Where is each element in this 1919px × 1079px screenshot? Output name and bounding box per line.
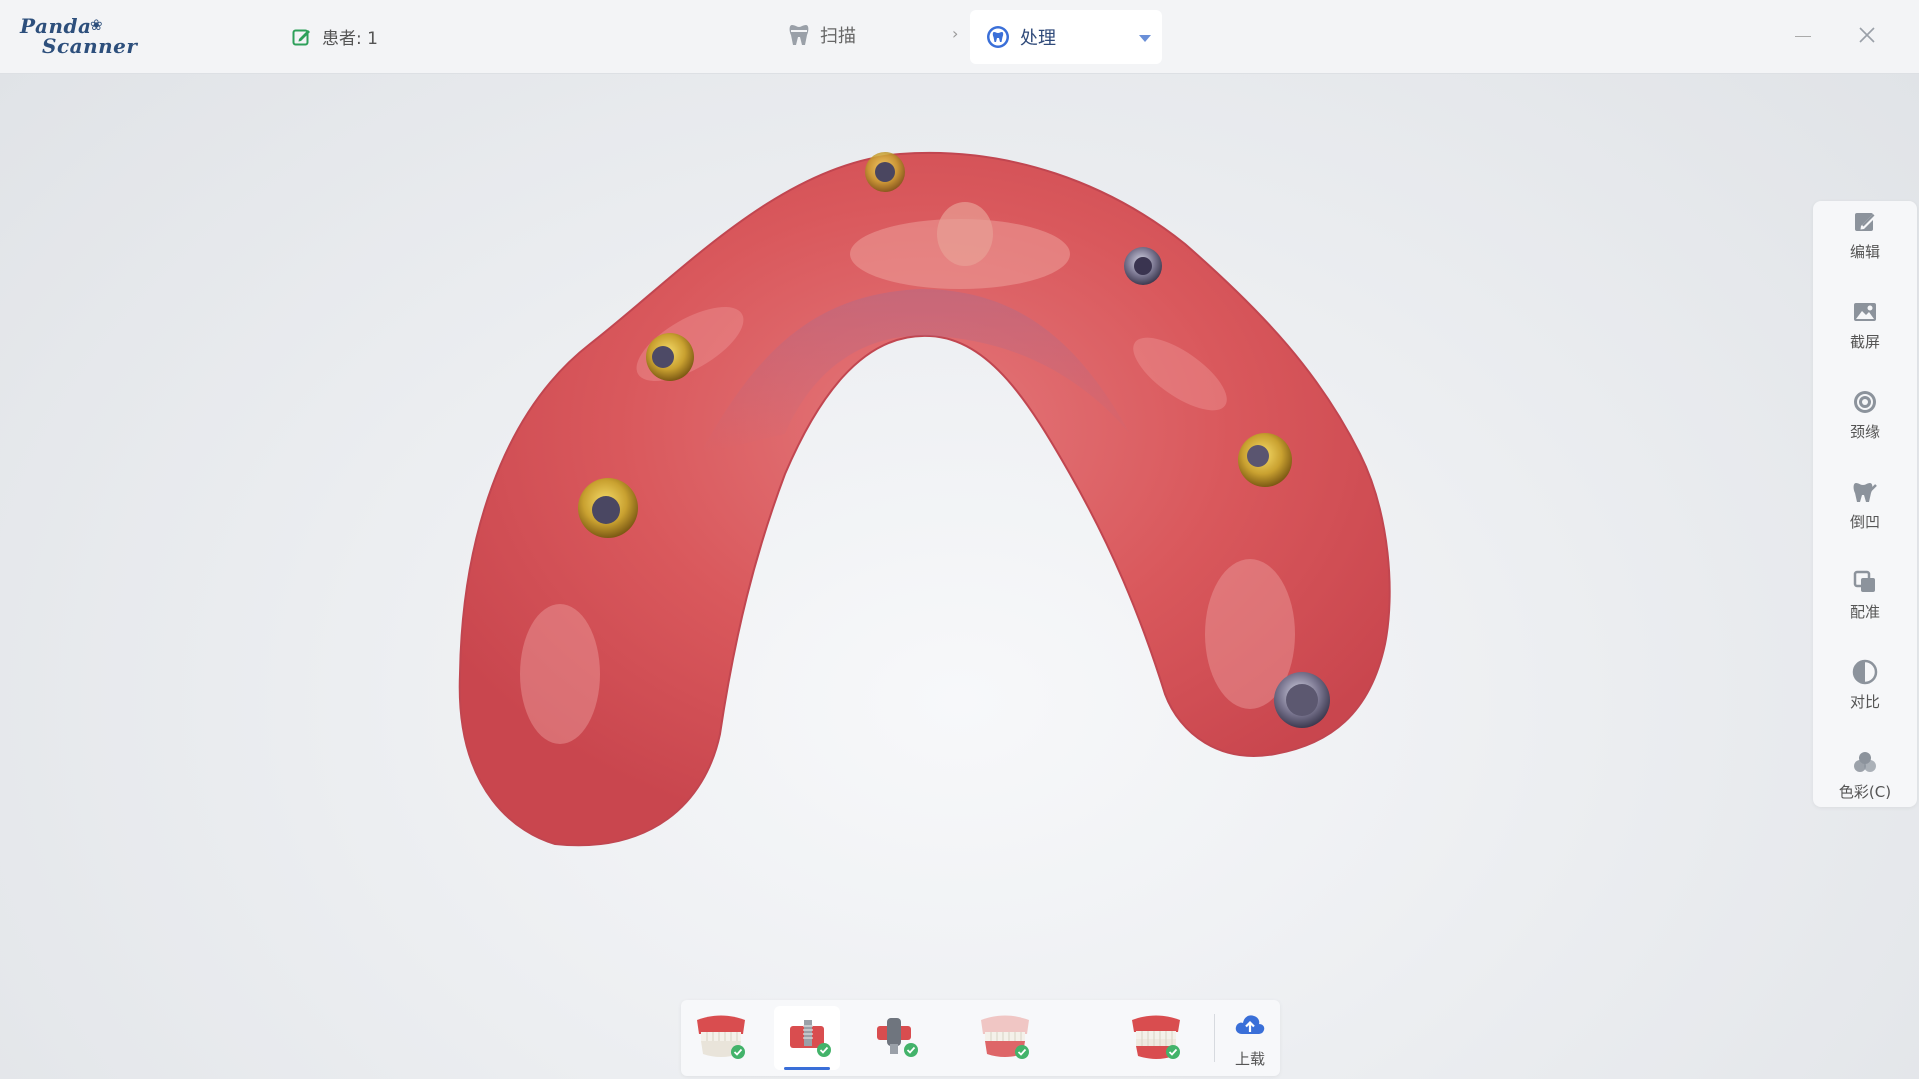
- tool-label: 色彩(C): [1838, 783, 1892, 801]
- tool-label: 编辑: [1849, 243, 1880, 261]
- implant-marker[interactable]: [646, 333, 694, 381]
- implant-marker[interactable]: [578, 478, 638, 538]
- scan-item-implant[interactable]: [774, 1006, 840, 1070]
- undercut-icon: [1853, 483, 1877, 502]
- implant-scan-icon: [790, 1020, 831, 1057]
- patient-label: 患者: 1: [322, 29, 378, 49]
- right-tool-panel: 编辑 截屏 颈缘 倒凹 配准 对比 色彩(C): [1813, 201, 1917, 807]
- color-icon: [1854, 752, 1876, 772]
- minimize-button[interactable]: [1795, 36, 1811, 37]
- tool-registration[interactable]: 配准: [1813, 565, 1917, 645]
- bottom-scan-toolbar: 上载: [681, 1000, 1280, 1076]
- scan-item-scan-body[interactable]: [861, 1006, 927, 1070]
- scan-item-bite[interactable]: [1122, 1006, 1188, 1070]
- step-process-label: 处理: [1020, 28, 1056, 49]
- tool-label: 倒凹: [1849, 513, 1880, 531]
- tool-margin-line[interactable]: 颈缘: [1813, 385, 1917, 465]
- chevron-down-icon[interactable]: [1138, 34, 1152, 43]
- implant-marker[interactable]: [1238, 433, 1292, 487]
- tool-screenshot[interactable]: 截屏: [1813, 295, 1917, 375]
- cloud-upload-icon: [1235, 1015, 1265, 1034]
- paw-icon: ❀: [90, 16, 103, 34]
- tool-contrast[interactable]: 对比: [1813, 655, 1917, 735]
- toolbar-divider: [1214, 1014, 1215, 1062]
- tool-color[interactable]: 色彩(C): [1813, 745, 1917, 825]
- step-process[interactable]: 处理: [970, 10, 1162, 64]
- tooth-shield-icon: [987, 26, 1009, 48]
- upload-button[interactable]: 上载: [1225, 1008, 1275, 1070]
- scan-item-gingiva[interactable]: [971, 1006, 1037, 1070]
- scan-item-upper-jaw[interactable]: [687, 1006, 753, 1070]
- tool-label: 颈缘: [1849, 423, 1880, 441]
- step-scan[interactable]: 扫描: [788, 22, 856, 48]
- tool-label: 配准: [1849, 603, 1880, 621]
- patient-info[interactable]: 患者: 1: [292, 24, 378, 49]
- tool-undercut[interactable]: 倒凹: [1813, 475, 1917, 555]
- title-bar: Panda ❀ Scanner 患者: 1 扫描 › 处理: [0, 0, 1919, 74]
- tool-label: 对比: [1849, 693, 1880, 711]
- close-icon[interactable]: [1858, 26, 1876, 44]
- bite-model-icon: [1132, 1015, 1180, 1059]
- upload-label: 上载: [1234, 1050, 1265, 1068]
- jaw-model-icon: [697, 1015, 745, 1059]
- edit-icon: [1855, 213, 1876, 231]
- gingiva-model-icon: [981, 1015, 1029, 1059]
- screenshot-icon: [1854, 303, 1876, 321]
- contrast-icon: [1852, 659, 1878, 685]
- scan-3d-viewport[interactable]: [0, 74, 1919, 1079]
- app-logo: Panda ❀ Scanner: [20, 14, 140, 60]
- implant-marker[interactable]: [1124, 247, 1162, 285]
- implant-marker[interactable]: [1274, 672, 1330, 728]
- margin-line-icon: [1854, 391, 1876, 413]
- active-indicator: [784, 1067, 830, 1070]
- edit-patient-icon[interactable]: [292, 27, 312, 47]
- chevron-right-icon: ›: [952, 24, 959, 43]
- tool-label: 截屏: [1849, 333, 1880, 351]
- tooth-icon: [789, 25, 809, 45]
- step-scan-label: 扫描: [820, 26, 856, 47]
- registration-icon: [1853, 570, 1875, 592]
- logo-line2: Scanner: [42, 34, 138, 58]
- implant-marker[interactable]: [865, 152, 905, 192]
- scan-body-icon: [877, 1018, 918, 1057]
- tool-edit[interactable]: 编辑: [1813, 205, 1917, 285]
